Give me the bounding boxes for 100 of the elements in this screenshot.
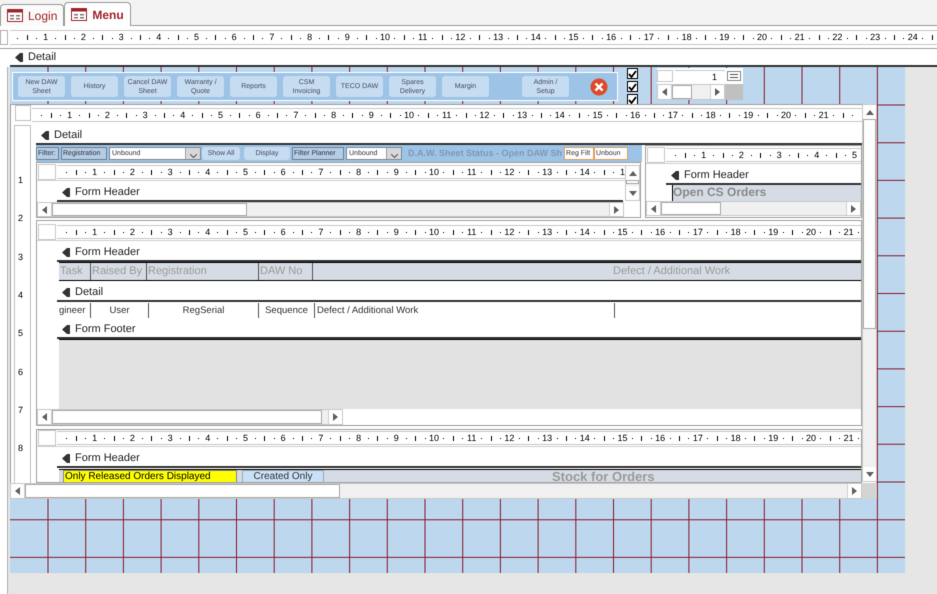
ruler-number: 18 [706,109,716,121]
ruler-number: 2 [80,31,86,44]
chevron-down-icon [390,154,398,158]
ruler-number: 5 [18,329,24,338]
ruler-number: 5 [243,166,248,178]
collapse-arrow-icon[interactable] [61,188,71,197]
scroll-right-button[interactable] [847,484,861,498]
dropdown-button[interactable] [185,148,200,159]
horizontal-scrollbar[interactable] [657,84,725,100]
ruler-number: 1 [92,166,98,178]
ruler-number: 12 [455,31,466,44]
scroll-down-button[interactable] [863,467,876,481]
ruler-number: 2 [130,432,135,444]
ruler-number: 8 [18,444,24,454]
ruler-number: 22 [832,31,842,44]
dropdown-button[interactable] [386,148,401,159]
vertical-scrollbar[interactable] [625,165,640,201]
ruler-number: 11 [467,432,476,444]
ruler-number: 19 [719,31,730,44]
ruler-number: 6 [256,109,261,121]
collapse-arrow-icon[interactable] [61,454,71,463]
scroll-left-button[interactable] [658,85,672,99]
collapse-arrow-icon[interactable] [61,325,71,334]
tab[interactable]: Login [0,4,64,26]
filter-button[interactable]: Created Only [242,470,324,482]
section-bar[interactable]: Detail [36,128,862,145]
scroll-left-button[interactable] [38,410,52,424]
ruler-number: 14 [554,109,565,121]
scrollbar-thumb[interactable] [661,202,721,215]
ruler-number: 1 [67,109,72,121]
checkbox[interactable] [627,81,638,92]
close-button[interactable] [589,76,609,96]
down-arrow-icon [866,472,874,476]
scrollbar-thumb[interactable] [672,85,692,99]
column-heading: DAW No [259,263,313,280]
horizontal-scrollbar[interactable] [10,483,862,499]
ruler-number: 7 [269,31,274,44]
collapse-arrow-icon[interactable] [40,131,50,140]
scroll-left-button[interactable] [11,484,25,498]
ruler-number: 5 [243,432,248,444]
text-field[interactable]: RegSerial [149,303,259,318]
scroll-right-button[interactable] [710,85,724,99]
checkbox[interactable] [627,68,638,79]
ruler-number: 3 [142,109,148,121]
ruler-number: 14 [580,432,590,444]
collapse-arrow-icon[interactable] [670,171,680,180]
scroll-left-button[interactable] [647,202,661,215]
text-field[interactable]: User [91,303,149,318]
ruler-number: 10 [429,432,439,444]
down-arrow-icon [628,190,636,196]
ruler-number: 20 [757,31,767,44]
ruler-number: 6 [280,432,286,444]
vertical-scrollbar[interactable] [862,104,877,482]
scrollbar-thumb[interactable] [52,203,247,216]
left-arrow-icon [42,413,47,421]
ruler-number: 21 [794,31,805,44]
horizontal-scrollbar[interactable] [646,201,861,216]
ruler-number: 6 [280,226,286,238]
section-bar[interactable]: Detail [10,50,937,67]
scroll-right-button[interactable] [609,203,623,216]
ruler-number: 15 [592,109,602,121]
section-bar[interactable]: Detail [57,285,861,302]
ruler-number: 3 [168,432,173,444]
ruler-number: 9 [394,226,399,238]
ruler-number: 5 [218,109,223,121]
section-bar[interactable]: Form Footer [57,322,861,339]
text-field[interactable]: gineer [59,303,91,318]
section-bar[interactable]: Form Header [57,185,623,202]
scroll-right-button[interactable] [846,202,860,215]
text-field[interactable]: Sequence [259,303,315,318]
ruler-number: 10 [404,109,414,121]
text-field[interactable]: Defect / Additional Work [315,303,615,318]
horizontal-scrollbar[interactable] [37,202,624,217]
checkbox[interactable] [627,94,638,105]
horizontal-scrollbar[interactable] [37,409,343,425]
scrollbar-thumb[interactable] [626,180,639,184]
ruler-number: 7 [318,226,324,238]
scroll-left-button[interactable] [38,203,52,216]
scrollbar-thumb[interactable] [52,410,322,424]
collapse-arrow-icon[interactable] [61,248,71,257]
collapse-arrow-icon[interactable] [14,53,24,62]
list-icon[interactable] [727,71,741,81]
section-bar[interactable]: Form Header [666,168,861,185]
tab[interactable]: Menu [64,2,131,26]
scrollbar-thumb[interactable] [25,484,340,498]
scroll-up-button[interactable] [863,105,876,119]
collapse-arrow-icon[interactable] [61,288,71,297]
ruler-number: 6 [18,368,24,376]
right-arrow-icon [333,413,338,421]
ruler-number: 16 [655,226,666,238]
ruler-number: 17 [668,109,678,121]
ruler-number: 19 [743,109,754,121]
scroll-up-button[interactable] [626,166,639,180]
ruler-number: 10 [380,31,390,44]
scroll-down-button[interactable] [626,186,639,200]
scrollbar-thumb[interactable] [863,119,876,329]
section-bar[interactable]: Form Header [57,245,861,262]
scroll-right-button[interactable] [328,410,342,424]
section-bar[interactable]: Form Header [57,451,861,468]
ruler-number: 9 [394,432,399,444]
